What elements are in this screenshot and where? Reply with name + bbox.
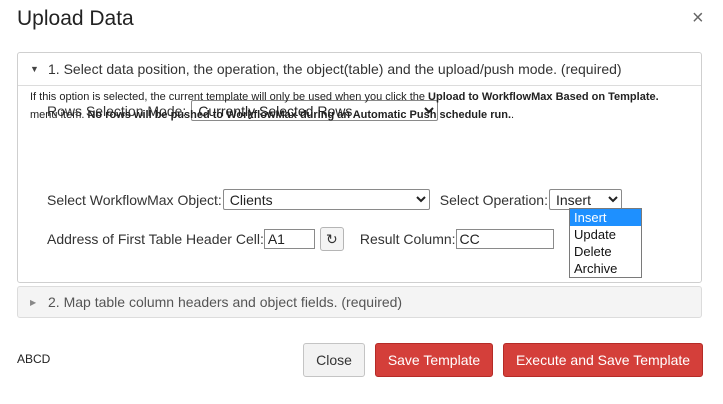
section-1-title: 1. Select data position, the operation, … <box>48 61 622 77</box>
section-1-header[interactable]: ▼ 1. Select data position, the operation… <box>18 53 701 86</box>
rows-selection-note: If this option is selected, the current … <box>30 88 670 124</box>
object-label: Select WorkflowMax Object: <box>47 191 222 208</box>
execute-and-save-template-button[interactable]: Execute and Save Template <box>503 343 703 377</box>
caret-down-icon: ▼ <box>30 64 39 74</box>
note-text-1: If this option is selected, the current … <box>30 91 429 103</box>
caret-right-icon: ▶ <box>30 297 37 307</box>
save-template-button[interactable]: Save Template <box>375 343 493 377</box>
object-row: Select WorkflowMax Object: Clients Selec… <box>47 189 622 210</box>
address-label: Address of First Table Header Cell: <box>47 231 264 247</box>
operation-option-update[interactable]: Update <box>570 226 641 243</box>
close-button[interactable]: Close <box>303 343 365 377</box>
dialog-title: Upload Data <box>17 7 134 30</box>
note-bold-1: Upload to WorkflowMax Based on Template. <box>428 91 659 103</box>
operation-dropdown-list: Insert Update Delete Archive <box>569 208 642 278</box>
note-text-3: . <box>511 109 515 121</box>
operation-option-archive[interactable]: Archive <box>570 260 641 277</box>
footer-text: ABCD <box>17 352 51 366</box>
section-2-title: 2. Map table column headers and object f… <box>48 294 403 310</box>
object-select[interactable]: Clients <box>222 189 430 210</box>
operation-select[interactable]: Insert <box>548 189 622 210</box>
section-2-header[interactable]: ▶ 2. Map table column headers and object… <box>17 286 702 318</box>
operation-option-insert[interactable]: Insert <box>570 209 641 226</box>
note-text-2: menu item. <box>30 109 88 121</box>
note-bold-2: No rows will be pushed to WorkflowMax du… <box>87 109 512 121</box>
address-row: Address of First Table Header Cell: ↻ Re… <box>47 227 554 251</box>
operation-label: Select Operation: <box>439 191 548 208</box>
close-icon[interactable]: × <box>692 7 704 30</box>
address-input[interactable] <box>263 229 315 249</box>
refresh-icon[interactable]: ↻ <box>319 227 344 251</box>
operation-option-delete[interactable]: Delete <box>570 243 641 260</box>
result-column-input[interactable] <box>455 229 554 249</box>
result-column-label: Result Column: <box>359 231 456 247</box>
